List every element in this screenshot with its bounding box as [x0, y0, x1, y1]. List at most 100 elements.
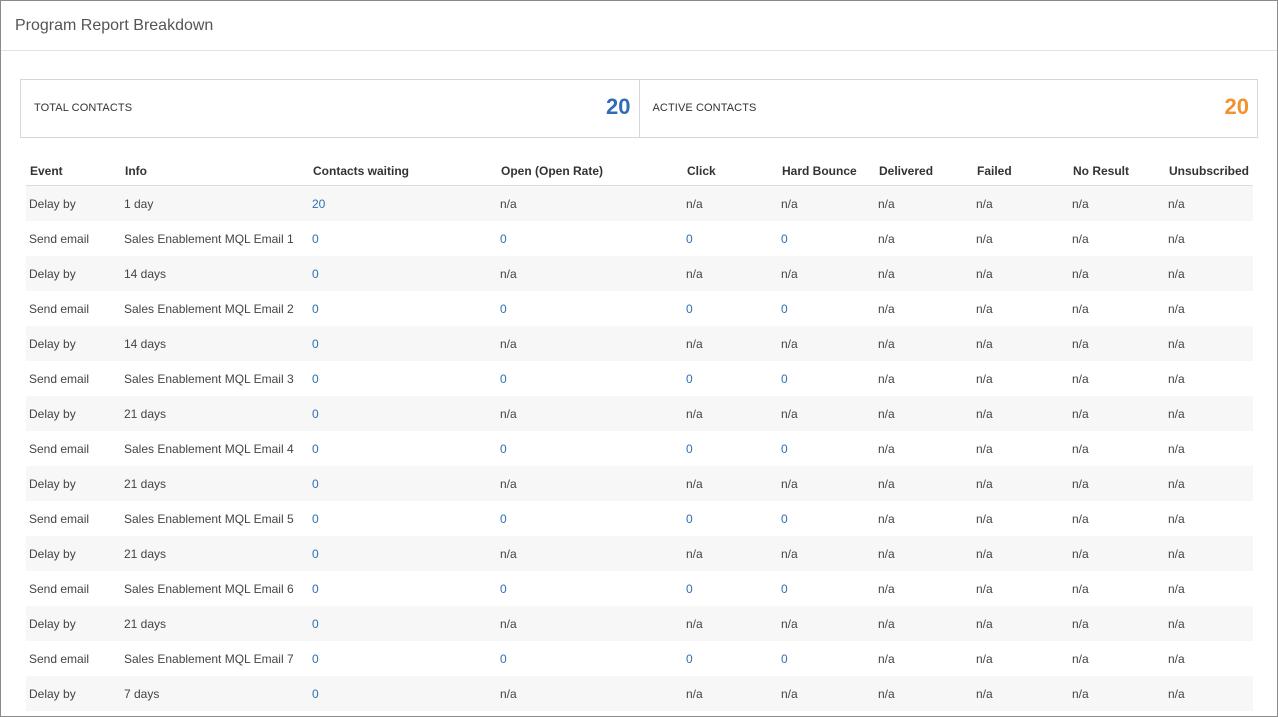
no-result-cell: n/a [1069, 571, 1165, 606]
delivered-cell: n/a [875, 466, 973, 501]
event-cell: Delay by [26, 536, 121, 571]
click-cell: n/a [683, 396, 778, 431]
contacts-waiting-cell[interactable]: 0 [309, 326, 497, 361]
unsubscribed-cell: n/a [1165, 221, 1253, 256]
delivered-cell: n/a [875, 431, 973, 466]
unsubscribed-cell: n/a [1165, 291, 1253, 326]
contacts-waiting-cell[interactable]: 0 [309, 291, 497, 326]
contacts-waiting-cell[interactable]: 0 [309, 501, 497, 536]
click-cell: n/a [683, 256, 778, 291]
event-cell: Delay by [26, 466, 121, 501]
table-row: Delay by 1 day 20 n/a n/a n/a n/a n/a n/a n/a [26, 185, 1253, 221]
contacts-waiting-cell[interactable]: 0 [309, 361, 497, 396]
column-header-hard-bounce: Hard Bounce [778, 156, 875, 186]
click-cell: n/a [683, 676, 778, 711]
delivered-cell: n/a [875, 256, 973, 291]
hard-bounce-cell[interactable]: 0 [778, 361, 875, 396]
failed-cell: n/a [973, 396, 1069, 431]
report-table: Event Info Contacts waiting Open (Open Rate… [26, 156, 1253, 711]
contacts-waiting-cell[interactable]: 0 [309, 536, 497, 571]
info-cell: Sales Enablement MQL Email 4 [121, 431, 309, 466]
contacts-waiting-cell[interactable]: 0 [309, 641, 497, 676]
no-result-cell: n/a [1069, 641, 1165, 676]
event-cell: Delay by [26, 326, 121, 361]
delivered-cell: n/a [875, 571, 973, 606]
open-cell[interactable]: 0 [497, 291, 683, 326]
table-row: Delay by 14 days 0 n/a n/a n/a n/a n/a n/a n/a [26, 256, 1253, 291]
open-cell: n/a [497, 185, 683, 221]
table-header-row: Event Info Contacts waiting Open (Open Rate… [26, 156, 1253, 186]
contacts-waiting-cell[interactable]: 0 [309, 396, 497, 431]
failed-cell: n/a [973, 221, 1069, 256]
column-header-click: Click [683, 156, 778, 186]
hard-bounce-cell: n/a [778, 396, 875, 431]
delivered-cell: n/a [875, 326, 973, 361]
table-row: Send email Sales Enablement MQL Email 500… [26, 501, 1253, 536]
total-contacts-card: TOTAL CONTACTS 20 [20, 79, 640, 138]
no-result-cell: n/a [1069, 466, 1165, 501]
click-cell[interactable]: 0 [683, 291, 778, 326]
stats-panel: TOTAL CONTACTS 20 ACTIVE CONTACTS 20 [20, 79, 1258, 138]
open-cell: n/a [497, 676, 683, 711]
event-cell: Send email [26, 501, 121, 536]
table-row: Delay by 21 days 0 n/a n/a n/a n/a n/a n/a n/a [26, 396, 1253, 431]
table-row: Delay by 21 days 0 n/a n/a n/a n/a n/a n/a n/a [26, 466, 1253, 501]
click-cell[interactable]: 0 [683, 361, 778, 396]
click-cell[interactable]: 0 [683, 221, 778, 256]
click-cell[interactable]: 0 [683, 641, 778, 676]
open-cell[interactable]: 0 [497, 571, 683, 606]
info-cell: 21 days [121, 396, 309, 431]
click-cell[interactable]: 0 [683, 571, 778, 606]
open-cell[interactable]: 0 [497, 361, 683, 396]
contacts-waiting-cell[interactable]: 0 [309, 571, 497, 606]
contacts-waiting-cell[interactable]: 0 [309, 676, 497, 711]
hard-bounce-cell[interactable]: 0 [778, 641, 875, 676]
delivered-cell: n/a [875, 361, 973, 396]
click-cell[interactable]: 0 [683, 431, 778, 466]
event-cell: Send email [26, 221, 121, 256]
info-cell: Sales Enablement MQL Email 1 [121, 221, 309, 256]
open-cell[interactable]: 0 [497, 431, 683, 466]
hard-bounce-cell[interactable]: 0 [778, 571, 875, 606]
open-cell[interactable]: 0 [497, 501, 683, 536]
no-result-cell: n/a [1069, 431, 1165, 466]
contacts-waiting-cell[interactable]: 20 [309, 185, 497, 221]
event-cell: Send email [26, 571, 121, 606]
unsubscribed-cell: n/a [1165, 431, 1253, 466]
contacts-waiting-cell[interactable]: 0 [309, 466, 497, 501]
column-header-no-result: No Result [1069, 156, 1165, 186]
hard-bounce-cell: n/a [778, 185, 875, 221]
table-row: Send email Sales Enablement MQL Email 600… [26, 571, 1253, 606]
no-result-cell: n/a [1069, 291, 1165, 326]
info-cell: Sales Enablement MQL Email 6 [121, 571, 309, 606]
hard-bounce-cell[interactable]: 0 [778, 431, 875, 466]
click-cell: n/a [683, 606, 778, 641]
event-cell: Send email [26, 431, 121, 466]
hard-bounce-cell[interactable]: 0 [778, 291, 875, 326]
table-row: Delay by 14 days 0 n/a n/a n/a n/a n/a n/a n/a [26, 326, 1253, 361]
unsubscribed-cell: n/a [1165, 396, 1253, 431]
hard-bounce-cell[interactable]: 0 [778, 501, 875, 536]
delivered-cell: n/a [875, 291, 973, 326]
info-cell: Sales Enablement MQL Email 2 [121, 291, 309, 326]
click-cell[interactable]: 0 [683, 501, 778, 536]
open-cell: n/a [497, 606, 683, 641]
click-cell: n/a [683, 536, 778, 571]
open-cell[interactable]: 0 [497, 221, 683, 256]
event-cell: Delay by [26, 256, 121, 291]
hard-bounce-cell[interactable]: 0 [778, 221, 875, 256]
contacts-waiting-cell[interactable]: 0 [309, 606, 497, 641]
failed-cell: n/a [973, 326, 1069, 361]
event-cell: Delay by [26, 185, 121, 221]
failed-cell: n/a [973, 466, 1069, 501]
contacts-waiting-cell[interactable]: 0 [309, 221, 497, 256]
delivered-cell: n/a [875, 536, 973, 571]
no-result-cell: n/a [1069, 256, 1165, 291]
contacts-waiting-cell[interactable]: 0 [309, 431, 497, 466]
failed-cell: n/a [973, 536, 1069, 571]
contacts-waiting-cell[interactable]: 0 [309, 256, 497, 291]
table-row: Send email Sales Enablement MQL Email 200… [26, 291, 1253, 326]
no-result-cell: n/a [1069, 536, 1165, 571]
open-cell[interactable]: 0 [497, 641, 683, 676]
column-header-contacts-waiting: Contacts waiting [309, 156, 497, 186]
